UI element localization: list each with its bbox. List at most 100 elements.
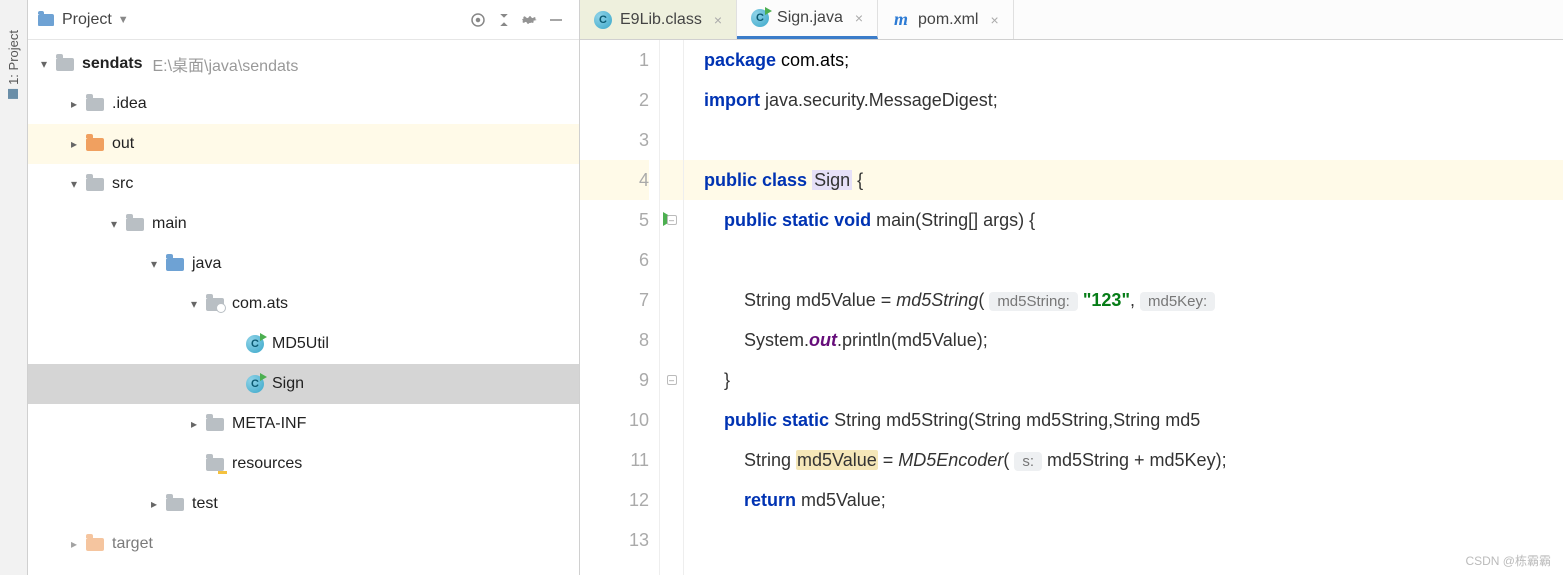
line-number[interactable]: 11 [580, 440, 649, 480]
project-stripe-label: 1: Project [6, 30, 21, 85]
chevron-down-icon[interactable]: ▾ [144, 257, 164, 271]
line-number[interactable]: 6 [580, 240, 649, 280]
tab-label: pom.xml [918, 11, 978, 29]
tree-item-package[interactable]: ▾ com.ats [28, 284, 579, 324]
package-icon [206, 298, 224, 311]
line-number[interactable]: 5 [580, 200, 649, 240]
code-editor[interactable]: 1 2 3 4 5 6 7 8 9 10 11 12 13 – – [580, 40, 1563, 575]
tree-item-test[interactable]: ▸ test [28, 484, 579, 524]
project-panel: Project ▼ ▾ sendats E:\桌面\java\sendats ▸… [28, 0, 580, 575]
gear-icon[interactable] [517, 7, 543, 33]
class-run-icon: C [246, 375, 264, 393]
folder-icon [206, 418, 224, 431]
project-tree[interactable]: ▾ sendats E:\桌面\java\sendats ▸ .idea ▸ o… [28, 40, 579, 575]
excluded-folder-icon [86, 538, 104, 551]
chevron-right-icon[interactable]: ▸ [64, 137, 84, 151]
chevron-right-icon[interactable]: ▸ [184, 417, 204, 431]
tree-item-target[interactable]: ▸ target [28, 524, 579, 564]
parameter-hint: md5String: [989, 292, 1078, 311]
line-number[interactable]: 12 [580, 480, 649, 520]
tree-label: MD5Util [272, 335, 329, 353]
code-content[interactable]: package com.ats; import java.security.Me… [684, 40, 1563, 575]
project-panel-header: Project ▼ [28, 0, 579, 40]
module-folder-icon [56, 58, 74, 71]
tab-pom[interactable]: m pom.xml × [878, 0, 1014, 39]
editor-tabs: C E9Lib.class × C Sign.java × m pom.xml … [580, 0, 1563, 40]
expand-all-icon[interactable] [491, 7, 517, 33]
maven-icon: m [892, 11, 910, 29]
tree-item-java[interactable]: ▾ java [28, 244, 579, 284]
chevron-down-icon[interactable]: ▼ [118, 14, 129, 26]
tree-label: resources [232, 455, 302, 473]
excluded-folder-icon [86, 138, 104, 151]
class-run-icon: C [246, 335, 264, 353]
parameter-hint: s: [1014, 452, 1042, 471]
project-stripe-icon [9, 89, 19, 99]
tree-item-sign[interactable]: ▸ C Sign [28, 364, 579, 404]
tree-item-main[interactable]: ▾ main [28, 204, 579, 244]
tree-label: META-INF [232, 415, 306, 433]
folder-icon [86, 178, 104, 191]
resources-folder-icon [206, 458, 224, 471]
tab-label: E9Lib.class [620, 11, 702, 29]
locate-icon[interactable] [465, 7, 491, 33]
line-number[interactable]: 13 [580, 520, 649, 560]
chevron-down-icon[interactable]: ▾ [34, 57, 54, 71]
line-number[interactable]: 1 [580, 40, 649, 80]
class-run-icon: C [751, 9, 769, 27]
tree-label: java [192, 255, 221, 273]
chevron-right-icon[interactable]: ▸ [64, 97, 84, 111]
tree-label: sendats [82, 55, 142, 73]
close-icon[interactable]: × [990, 12, 998, 28]
tab-e9lib[interactable]: C E9Lib.class × [580, 0, 737, 39]
class-locked-icon: C [594, 11, 612, 29]
folder-icon [86, 98, 104, 111]
tab-sign[interactable]: C Sign.java × [737, 0, 878, 39]
chevron-right-icon[interactable]: ▸ [144, 497, 164, 511]
tree-root[interactable]: ▾ sendats E:\桌面\java\sendats [28, 44, 579, 84]
project-tool-window-button[interactable]: 1: Project [6, 30, 21, 99]
line-number[interactable]: 7 [580, 280, 649, 320]
project-view-title[interactable]: Project [62, 11, 112, 29]
tool-window-strip[interactable]: 1: Project [0, 0, 28, 575]
folder-icon [126, 218, 144, 231]
line-number[interactable]: 4 [580, 160, 649, 200]
tree-item-resources[interactable]: ▸ resources [28, 444, 579, 484]
tree-item-metainf[interactable]: ▸ META-INF [28, 404, 579, 444]
tree-label: src [112, 175, 133, 193]
fold-toggle-icon[interactable]: – [667, 375, 677, 385]
tab-label: Sign.java [777, 9, 843, 27]
chevron-down-icon[interactable]: ▾ [104, 217, 124, 231]
tree-label: Sign [272, 375, 304, 393]
hide-icon[interactable] [543, 7, 569, 33]
tree-label: test [192, 495, 218, 513]
line-number[interactable]: 10 [580, 400, 649, 440]
project-view-icon [38, 14, 54, 26]
tree-item-src[interactable]: ▾ src [28, 164, 579, 204]
tree-label: out [112, 135, 134, 153]
line-number-gutter[interactable]: 1 2 3 4 5 6 7 8 9 10 11 12 13 [580, 40, 660, 575]
tree-label: .idea [112, 95, 147, 113]
editor-area: C E9Lib.class × C Sign.java × m pom.xml … [580, 0, 1563, 575]
close-icon[interactable]: × [714, 12, 722, 28]
line-number[interactable]: 3 [580, 120, 649, 160]
tree-item-idea[interactable]: ▸ .idea [28, 84, 579, 124]
folder-icon [166, 498, 184, 511]
chevron-right-icon[interactable]: ▸ [64, 537, 84, 551]
tree-label: target [112, 535, 153, 553]
line-number[interactable]: 8 [580, 320, 649, 360]
fold-toggle-icon[interactable]: – [667, 215, 677, 225]
chevron-down-icon[interactable]: ▾ [64, 177, 84, 191]
source-folder-icon [166, 258, 184, 271]
tree-item-md5util[interactable]: ▸ C MD5Util [28, 324, 579, 364]
fold-gutter[interactable]: – – [660, 40, 684, 575]
tree-item-out[interactable]: ▸ out [28, 124, 579, 164]
line-number[interactable]: 9 [580, 360, 649, 400]
tree-path: E:\桌面\java\sendats [152, 52, 298, 76]
line-number[interactable]: 2 [580, 80, 649, 120]
watermark: CSDN @栋霸霸 [1465, 552, 1551, 569]
parameter-hint: md5Key: [1140, 292, 1215, 311]
close-icon[interactable]: × [855, 10, 863, 26]
chevron-down-icon[interactable]: ▾ [184, 297, 204, 311]
tree-label: com.ats [232, 295, 288, 313]
